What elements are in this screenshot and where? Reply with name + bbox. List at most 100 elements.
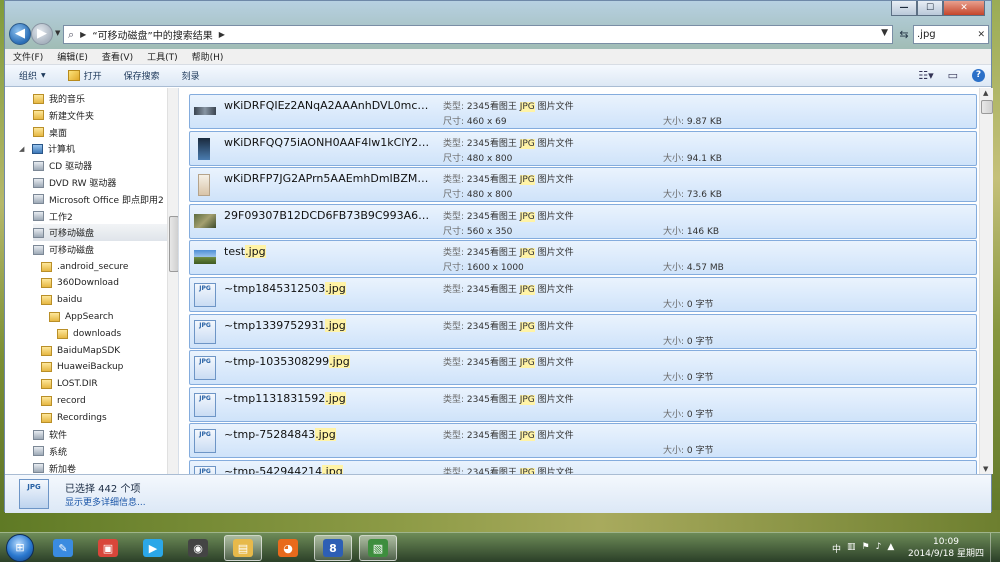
menu-file[interactable]: 文件(F) xyxy=(13,50,43,63)
file-row[interactable]: test.jpg 类型: 2345看图王 JPG 图片文件 尺寸: 1600 x 1… xyxy=(189,240,977,276)
recent-pages-dropdown[interactable]: ▼ xyxy=(55,29,60,37)
search-highlight: JPG xyxy=(519,211,535,222)
dims-value: 560 x 350 xyxy=(466,226,513,237)
nav-tree-item[interactable]: 新加卷 xyxy=(33,460,76,474)
chevron-right-icon[interactable]: ▶ xyxy=(219,30,225,39)
nav-tree-item[interactable]: baidu xyxy=(41,292,82,309)
drive-icon xyxy=(33,463,44,474)
taskbar-app-button[interactable]: ◉ xyxy=(179,535,217,561)
nav-tree-item[interactable]: 360Download xyxy=(41,275,119,292)
organize-button[interactable]: 组织 ▼ xyxy=(19,69,46,82)
file-list-scroll-thumb[interactable] xyxy=(981,100,993,114)
usb-drive-icon xyxy=(33,227,44,238)
search-input[interactable]: .jpg xyxy=(917,29,936,40)
burn-button[interactable]: 刻录 xyxy=(182,69,200,82)
size-label: 大小: xyxy=(663,409,685,420)
file-row[interactable]: JPG ~tmp-542944214.jpg 类型: 2345看图王 JPG 图片文… xyxy=(189,460,977,474)
tray-arrow-icon[interactable]: ▲ xyxy=(887,542,894,555)
nav-tree-item[interactable]: .android_secure xyxy=(41,258,128,275)
address-dropdown[interactable]: ▼ xyxy=(881,28,888,38)
taskbar-app-button[interactable]: ▣ xyxy=(89,535,127,561)
nav-scroll-thumb[interactable] xyxy=(169,216,178,272)
forward-button[interactable]: ▶ xyxy=(31,23,53,45)
expand-caret-icon[interactable]: ◢ xyxy=(19,145,27,153)
minimize-button[interactable]: — xyxy=(891,1,917,16)
file-list-scrollbar[interactable]: ▲ ▼ xyxy=(979,88,993,474)
camera-app-icon: ◉ xyxy=(188,539,208,557)
volume-icon[interactable]: ♪ xyxy=(876,542,882,555)
search-box[interactable]: .jpg ✕ xyxy=(913,25,989,44)
nav-tree-item[interactable]: CD 驱动器 xyxy=(33,157,92,174)
file-row[interactable]: wKiDRFP7JG2APrn5AAEmhDmIBZM2... 类型: 2345看… xyxy=(189,167,977,203)
refresh-button[interactable]: ⇆ xyxy=(897,25,911,44)
scroll-down-icon[interactable]: ▼ xyxy=(983,465,988,473)
nav-tree-item[interactable]: 可移动磁盘 xyxy=(33,241,94,258)
show-more-details-link[interactable]: 显示更多详细信息... xyxy=(65,495,146,508)
file-row[interactable]: JPG ~tmp1845312503.jpg 类型: 2345看图王 JPG 图片文… xyxy=(189,277,977,312)
file-row[interactable]: wKiDRFQIEz2ANqA2AAAnhDVL0mc5... 类型: 2345看… xyxy=(189,94,977,129)
jpg-file-icon: JPG xyxy=(194,356,216,381)
music-folder-icon xyxy=(33,93,44,104)
nav-tree-item[interactable]: DVD RW 驱动器 xyxy=(33,174,116,191)
open-button[interactable]: 打开 xyxy=(67,69,102,82)
file-row[interactable]: JPG ~tmp1131831592.jpg 类型: 2345看图王 JPG 图片文… xyxy=(189,386,977,422)
nav-tree-item[interactable]: AppSearch xyxy=(49,308,114,325)
scroll-up-icon[interactable]: ▲ xyxy=(983,89,988,97)
address-bar[interactable]: ⌕ ▶ “可移动磁盘”中的搜索结果 ▶ ▼ xyxy=(63,25,893,44)
nav-tree-item[interactable]: record xyxy=(41,392,86,409)
address-path[interactable]: “可移动磁盘”中的搜索结果 xyxy=(92,27,212,42)
taskbar-app-button[interactable]: 8 xyxy=(314,535,352,561)
nav-tree-item[interactable]: 系统 xyxy=(33,443,67,460)
nav-tree-item[interactable]: 可移动磁盘 xyxy=(33,224,178,242)
chevron-right-icon[interactable]: ▶ xyxy=(80,30,86,39)
nav-tree-item[interactable]: HuaweiBackup xyxy=(41,359,123,376)
file-row[interactable]: JPG ~tmp-75284843.jpg 类型: 2345看图王 JPG 图片文件… xyxy=(189,423,977,459)
input-method-icon[interactable]: 中 xyxy=(832,542,841,555)
size-value: 0 字节 xyxy=(686,300,714,310)
file-name-text: ~tmp1339752931 xyxy=(224,318,326,332)
view-options-icon[interactable]: ☷▾ xyxy=(918,69,933,82)
menu-view[interactable]: 查看(V) xyxy=(102,50,133,63)
file-size: 大小: 4.57 MB xyxy=(663,260,724,273)
nav-tree-item[interactable]: Microsoft Office 即点即用2 xyxy=(33,191,164,208)
network-icon[interactable]: ▥ xyxy=(847,542,856,555)
nav-tree-item[interactable]: Recordings xyxy=(41,409,107,426)
menu-tools[interactable]: 工具(T) xyxy=(147,50,178,63)
taskbar-app-button[interactable]: ✎ xyxy=(44,535,82,561)
maximize-button[interactable]: ☐ xyxy=(917,1,943,16)
nav-tree-item[interactable]: 软件 xyxy=(33,426,67,443)
taskbar-app-button[interactable]: ▧ xyxy=(359,535,397,561)
nav-tree-item[interactable]: 工作2 xyxy=(33,208,73,225)
preview-pane-icon[interactable]: ▭ xyxy=(948,69,958,82)
taskbar-app-button[interactable]: ▤ xyxy=(224,535,262,561)
start-button[interactable]: ⊞ xyxy=(6,534,34,562)
nav-tree-item[interactable]: downloads xyxy=(57,325,121,342)
nav-tree-item[interactable]: ◢ 计算机 xyxy=(19,140,75,157)
nav-tree-item[interactable]: 新建文件夹 xyxy=(33,107,94,124)
help-icon[interactable]: ? xyxy=(972,69,985,82)
type-label: 类型: xyxy=(443,358,465,369)
nav-tree-item[interactable]: LOST.DIR xyxy=(41,376,98,393)
file-size: 大小: 73.6 KB xyxy=(663,187,722,200)
taskbar-app-button[interactable]: ◕ xyxy=(269,535,307,561)
clock[interactable]: 10:09 2014/9/18 星期四 xyxy=(908,536,984,560)
type-app: 2345看图王 xyxy=(466,321,520,332)
nav-tree-item[interactable]: BaiduMapSDK xyxy=(41,342,120,359)
back-button[interactable]: ◀ xyxy=(9,23,31,45)
menu-help[interactable]: 帮助(H) xyxy=(192,50,224,63)
file-row[interactable]: wKiDRFQQ75iAONH0AAF4lw1kClY29... 类型: 2345… xyxy=(189,130,977,166)
menu-edit[interactable]: 编辑(E) xyxy=(57,50,88,63)
close-button[interactable]: ✕ xyxy=(943,1,985,16)
taskbar-app-button[interactable]: ▶ xyxy=(134,535,172,561)
file-row[interactable]: JPG ~tmp1339752931.jpg 类型: 2345看图王 JPG 图片文… xyxy=(189,313,977,349)
nav-tree-item[interactable]: 我的音乐 xyxy=(33,90,85,107)
flag-icon[interactable]: ⚑ xyxy=(862,542,870,555)
save-search-button[interactable]: 保存搜索 xyxy=(124,69,160,82)
file-row[interactable]: JPG ~tmp-1035308299.jpg 类型: 2345看图王 JPG 图片… xyxy=(189,350,977,386)
taskbar: ⊞ 中 ▥ ⚑ ♪ ▲ 10:09 2014/9/18 星期四 ✎ ▣ ▶ ◉ ▤ ◕ 8 ▧ xyxy=(0,532,1000,562)
show-desktop-button[interactable] xyxy=(990,533,1000,562)
nav-scrollbar[interactable] xyxy=(167,88,178,474)
clear-search-icon[interactable]: ✕ xyxy=(977,30,985,40)
nav-tree-item[interactable]: 桌面 xyxy=(33,124,67,141)
file-row[interactable]: 29F09307B12DCD6FB73B9C993A691... 类型: 2345… xyxy=(189,203,977,239)
